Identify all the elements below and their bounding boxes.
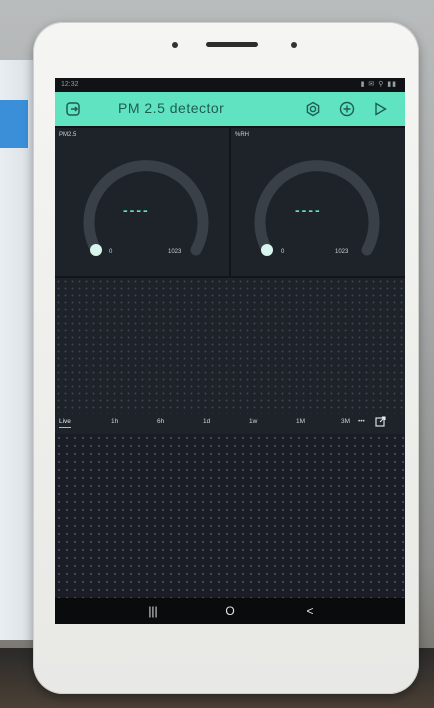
tab-1d[interactable]: 1d xyxy=(203,418,210,425)
more-options-icon[interactable]: ••• xyxy=(358,418,365,425)
empty-widget-area xyxy=(55,434,405,598)
background-monitor-accent xyxy=(0,100,28,148)
page-title: PM 2.5 detector xyxy=(118,100,225,116)
status-time: 12:32 xyxy=(61,81,79,88)
gauge-value: ---- xyxy=(295,202,322,218)
android-nav-bar: ||| O < xyxy=(55,598,405,624)
back-button[interactable]: < xyxy=(295,603,325,619)
fullscreen-icon[interactable] xyxy=(375,416,386,429)
time-range-tabs: Live 1h 6h 1d 1w 1M 3M ••• xyxy=(55,414,405,434)
status-bar: 12:32 ▮ ✉ ⚲ ▮▮ xyxy=(55,78,405,92)
tab-1h[interactable]: 1h xyxy=(111,418,118,425)
tab-6h[interactable]: 6h xyxy=(157,418,164,425)
gauge-value: ---- xyxy=(123,202,150,218)
gauge-max: 1023 xyxy=(335,249,349,255)
add-widget-icon[interactable] xyxy=(337,99,357,119)
camera-dot xyxy=(172,42,178,48)
gauge-widget-rh[interactable]: %RH ---- 0 1023 xyxy=(231,128,405,276)
app-header: PM 2.5 detector xyxy=(55,92,405,126)
tab-1m[interactable]: 1M xyxy=(296,418,305,425)
sensor-dot xyxy=(291,42,297,48)
superchart-plot[interactable] xyxy=(55,278,405,428)
device-screen: 12:32 ▮ ✉ ⚲ ▮▮ PM 2.5 detector PM2.5 ---… xyxy=(55,78,405,624)
gauge-max: 1023 xyxy=(168,249,182,255)
recent-apps-button[interactable]: ||| xyxy=(138,603,168,619)
tab-1w[interactable]: 1w xyxy=(249,418,257,425)
tab-live[interactable]: Live xyxy=(59,418,71,428)
gauge-min: 0 xyxy=(109,249,113,255)
speaker-grille xyxy=(206,42,258,47)
home-button[interactable]: O xyxy=(215,603,245,619)
status-icons: ▮ ✉ ⚲ ▮▮ xyxy=(360,81,397,88)
tab-3m[interactable]: 3M xyxy=(341,418,350,425)
play-icon[interactable] xyxy=(370,99,390,119)
gauge-min: 0 xyxy=(281,249,285,255)
settings-icon[interactable] xyxy=(303,99,323,119)
gauge-widget-pm25[interactable]: PM2.5 ---- 0 1023 xyxy=(55,128,229,276)
exit-icon[interactable] xyxy=(63,99,83,119)
